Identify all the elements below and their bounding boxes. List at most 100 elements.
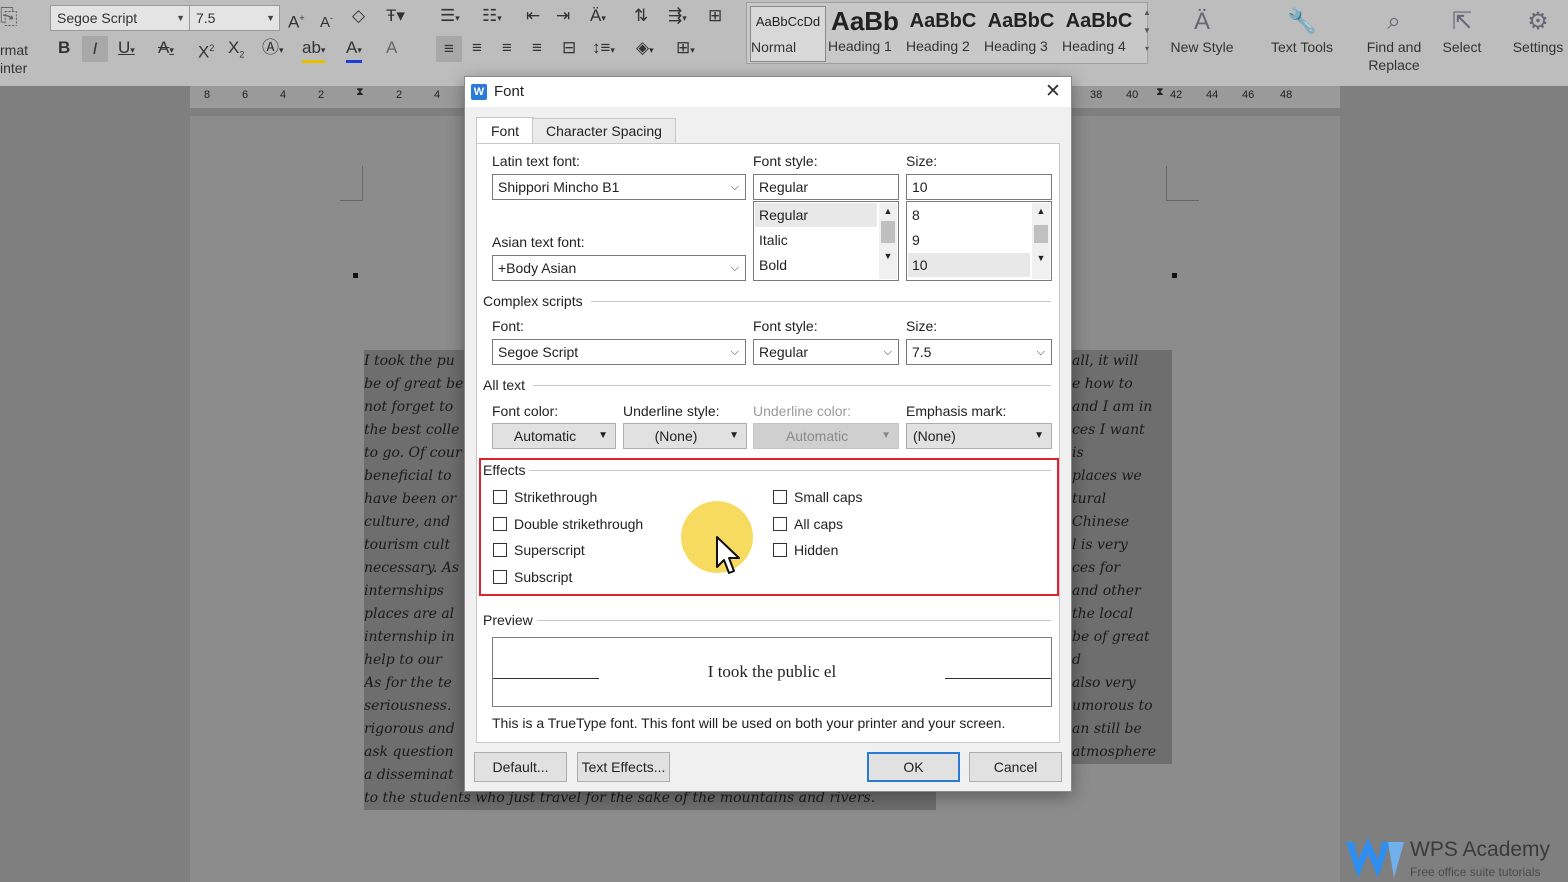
indent-marker[interactable]: ⧗ (1156, 86, 1164, 99)
document-line[interactable]: have been or (364, 488, 464, 511)
superscript-label[interactable]: Superscript (514, 542, 585, 558)
font-style-input[interactable]: Regular (753, 174, 899, 200)
strikethrough-icon[interactable]: A▾ (158, 38, 174, 60)
document-line[interactable]: internship in (364, 626, 464, 649)
clear-format-icon[interactable]: ◇ (352, 6, 365, 26)
change-case-icon[interactable]: Ä▾ (590, 6, 606, 28)
ok-button[interactable]: OK (867, 752, 960, 782)
select-button[interactable]: ⇱ Select (1432, 6, 1492, 56)
selection-handle[interactable] (1172, 273, 1177, 278)
style-normal[interactable]: AaBbCcDd Normal (750, 6, 826, 62)
size-input[interactable]: 10 (906, 174, 1052, 200)
document-line[interactable]: beneficial to (364, 465, 464, 488)
small-caps-label[interactable]: Small caps (794, 489, 862, 505)
style-heading-4[interactable]: AaBbC Heading 4 (1062, 6, 1136, 60)
document-line[interactable]: is (1072, 442, 1172, 465)
document-line[interactable]: also very (1072, 672, 1172, 695)
close-icon[interactable]: ✕ (1045, 80, 1061, 103)
emphasis-mark-dropdown[interactable]: (None) ▼ (906, 423, 1052, 449)
document-line[interactable]: be of great (1072, 626, 1172, 649)
size-option[interactable]: 9 (908, 228, 1030, 252)
font-color-icon[interactable]: A▾ (346, 38, 362, 63)
document-line[interactable]: all, it will (1072, 350, 1172, 373)
document-line[interactable]: not forget to (364, 396, 464, 419)
table-grid-icon[interactable]: ⊞ (708, 6, 722, 26)
new-style-button[interactable]: Ä New Style (1166, 6, 1238, 56)
highlight-icon[interactable]: ab▾ (302, 38, 326, 63)
subscript-icon[interactable]: X2 (228, 38, 244, 64)
line-tools-icon[interactable]: ⇶▾ (668, 6, 687, 28)
scrollbar[interactable]: ▲ ▼ (1032, 203, 1050, 279)
document-line[interactable]: be of great be (364, 373, 464, 396)
settings-button[interactable]: ⚙ Settings (1508, 6, 1568, 56)
asian-font-select[interactable]: +Body Asian ⌵ (492, 255, 746, 281)
complex-size-select[interactable]: 7.5 ⌵ (906, 339, 1052, 365)
document-line[interactable]: ces for (1072, 557, 1172, 580)
hidden-checkbox[interactable] (773, 543, 787, 557)
document-line[interactable]: Chinese (1072, 511, 1172, 534)
subscript-label[interactable]: Subscript (514, 569, 572, 585)
subscript-checkbox[interactable] (493, 570, 507, 584)
document-line[interactable]: ask question (364, 741, 464, 764)
line-spacing-icon[interactable]: ↕≡▾ (592, 38, 615, 60)
indent-marker[interactable]: ⧗ (356, 86, 364, 99)
document-line[interactable]: d (1072, 649, 1172, 672)
bold-icon[interactable]: B (58, 38, 70, 58)
scroll-down-icon[interactable]: ▼ (879, 245, 897, 267)
style-gallery-scroll[interactable]: ▲ ▼ ▾ (1140, 4, 1154, 60)
find-replace-button[interactable]: ⌕ Find and Replace (1358, 6, 1430, 74)
grow-font-icon[interactable]: A+ (288, 8, 305, 33)
document-line[interactable]: the best colle (364, 419, 464, 442)
all-caps-checkbox[interactable] (773, 517, 787, 531)
font-style-option[interactable]: Italic (755, 228, 877, 252)
double-strikethrough-checkbox[interactable] (493, 517, 507, 531)
scroll-down-icon[interactable]: ▼ (1032, 249, 1050, 267)
style-heading-1[interactable]: AaBb Heading 1 (828, 6, 902, 60)
bullets-icon[interactable]: ☰▾ (440, 6, 460, 28)
document-line[interactable]: atmosphere (1072, 741, 1172, 764)
double-strikethrough-label[interactable]: Double strikethrough (514, 516, 643, 532)
format-painter-label[interactable]: rmat (0, 42, 28, 58)
document-line[interactable]: necessary. As (364, 557, 464, 580)
style-heading-2[interactable]: AaBbC Heading 2 (906, 6, 980, 60)
hidden-label[interactable]: Hidden (794, 542, 838, 558)
character-shading-icon[interactable]: A (386, 38, 397, 58)
decrease-indent-icon[interactable]: ⇤ (526, 6, 540, 26)
document-line[interactable]: and other (1072, 580, 1172, 603)
underline-style-dropdown[interactable]: (None) ▼ (623, 423, 747, 449)
scroll-up-icon[interactable]: ▲ (1032, 203, 1050, 219)
document-line[interactable]: the local (1072, 603, 1172, 626)
complex-font-select[interactable]: Segoe Script ⌵ (492, 339, 746, 365)
selection-handle[interactable] (353, 273, 358, 278)
document-line[interactable]: culture, and (364, 511, 464, 534)
document-line[interactable]: e how to (1072, 373, 1172, 396)
numbering-icon[interactable]: ☷▾ (482, 6, 502, 28)
strikethrough-checkbox[interactable] (493, 490, 507, 504)
borders-icon[interactable]: ⊞▾ (676, 38, 695, 60)
align-right-icon[interactable]: ≡ (502, 38, 512, 58)
font-size-combo[interactable]: 7.5 ▼ (189, 5, 280, 31)
document-line[interactable]: an still be (1072, 718, 1172, 741)
document-line[interactable]: tural (1072, 488, 1172, 511)
document-line[interactable]: a disseminat (364, 764, 464, 787)
document-line[interactable]: rigorous and (364, 718, 464, 741)
scroll-thumb[interactable] (1034, 225, 1048, 243)
tab-font[interactable]: Font (476, 117, 534, 145)
align-left-icon[interactable]: ≡ (436, 36, 462, 62)
document-line[interactable]: umorous to (1072, 695, 1172, 718)
tab-character-spacing[interactable]: Character Spacing (532, 118, 676, 145)
document-line[interactable]: help to our (364, 649, 464, 672)
document-line[interactable]: internships (364, 580, 464, 603)
document-line[interactable]: places are al (364, 603, 464, 626)
format-painter-icon[interactable]: ⎘ (0, 4, 18, 30)
phonetic-guide-icon[interactable]: Ŧ▾ (386, 6, 405, 26)
scrollbar[interactable]: ▲ ▼ (879, 203, 897, 279)
distributed-icon[interactable]: ⊟ (562, 38, 576, 58)
document-line[interactable]: and I am in (1072, 396, 1172, 419)
document-line[interactable]: tourism cult (364, 534, 464, 557)
size-list[interactable]: 8 9 10 ▲ ▼ (906, 201, 1052, 281)
cancel-button[interactable]: Cancel (969, 752, 1062, 782)
document-line[interactable]: places we (1072, 465, 1172, 488)
document-line[interactable]: l is very (1072, 534, 1172, 557)
document-line[interactable]: seriousness. (364, 695, 464, 718)
